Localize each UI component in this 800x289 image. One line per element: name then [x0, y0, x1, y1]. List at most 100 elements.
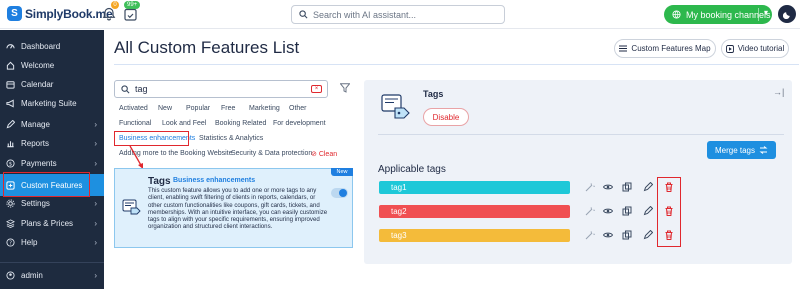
- filter-tag-booking-related[interactable]: Booking Related: [215, 120, 266, 127]
- disable-button[interactable]: Disable: [423, 108, 469, 126]
- bell-icon[interactable]: [102, 7, 116, 21]
- chevron-right-icon: ›: [94, 120, 97, 129]
- toggle-knob: [339, 189, 347, 197]
- sidebar-item-plans-prices[interactable]: Plans & Prices ›: [0, 214, 104, 233]
- svg-text:?: ?: [9, 241, 12, 247]
- user-icon: [6, 271, 15, 280]
- trash-icon[interactable]: [664, 206, 674, 216]
- filter-tag-look-and-feel[interactable]: Look and Feel: [162, 120, 206, 127]
- sidebar-item-payments[interactable]: $ Payments ›: [0, 154, 104, 173]
- chevron-right-icon: ›: [94, 271, 97, 280]
- sidebar-item-label: Welcome: [21, 61, 55, 70]
- wand-icon[interactable]: [585, 182, 595, 192]
- logo[interactable]: S SimplyBook.me: [7, 6, 113, 21]
- eye-icon[interactable]: [603, 230, 613, 240]
- sidebar-item-label: Marketing Suite: [21, 99, 77, 108]
- chevron-right-icon: ›: [94, 139, 97, 148]
- clean-label: Clean: [318, 151, 338, 158]
- calendar-check-icon[interactable]: [124, 7, 137, 21]
- filter-tag-popular[interactable]: Popular: [186, 105, 210, 112]
- filter-tag-marketing[interactable]: Marketing: [249, 105, 280, 112]
- tags-feature-icon: [122, 199, 141, 215]
- logo-text: SimplyBook.me: [25, 6, 113, 21]
- chevron-right-icon: ›: [94, 199, 97, 208]
- theme-toggle[interactable]: [778, 5, 796, 23]
- calendar-badge: 99+: [124, 1, 141, 9]
- clean-filters-button[interactable]: ⊘ Clean: [311, 150, 337, 158]
- ai-search-input[interactable]: Search with AI assistant...: [291, 5, 505, 24]
- dollar-icon: $: [6, 159, 15, 168]
- merge-label: Merge tags: [714, 145, 756, 155]
- sidebar-item-label: Plans & Prices: [21, 219, 74, 228]
- filter-tag-activated[interactable]: Activated: [119, 105, 148, 112]
- feature-toggle[interactable]: [331, 188, 348, 198]
- filter-tag-statistics[interactable]: Statistics & Analytics: [199, 135, 263, 142]
- trash-icon[interactable]: [664, 230, 674, 240]
- sidebar-item-label: Dashboard: [21, 42, 61, 51]
- sidebar-item-marketing-suite[interactable]: Marketing Suite: [0, 94, 104, 113]
- calendar-icon: [6, 80, 15, 89]
- map-button-label: Custom Features Map: [631, 44, 711, 53]
- sidebar-item-label: Reports: [21, 139, 50, 148]
- sidebar-item-help[interactable]: ? Help ›: [0, 233, 104, 252]
- user-name: admin: [21, 271, 43, 280]
- wand-icon[interactable]: [585, 206, 595, 216]
- copy-icon[interactable]: [622, 182, 632, 192]
- sidebar-item-dashboard[interactable]: Dashboard: [0, 37, 104, 56]
- copy-icon[interactable]: [622, 230, 632, 240]
- filter-tag-other[interactable]: Other: [289, 105, 307, 112]
- video-button-label: Video tutorial: [737, 44, 785, 53]
- sidebar-item-calendar[interactable]: Calendar: [0, 75, 104, 94]
- chevron-down-icon[interactable]: ▾: [764, 8, 768, 17]
- chart-icon: [6, 139, 15, 148]
- dashboard-icon: [6, 42, 15, 51]
- search-icon: [121, 84, 130, 93]
- search-icon: [299, 10, 308, 19]
- megaphone-icon: [6, 99, 15, 108]
- edit-icon[interactable]: [643, 230, 653, 240]
- filter-tag-new[interactable]: New: [158, 105, 172, 112]
- sidebar-divider: [0, 262, 104, 263]
- clear-search-icon[interactable]: ×: [311, 85, 322, 93]
- sidebar-item-reports[interactable]: Reports ›: [0, 134, 104, 153]
- eye-icon[interactable]: [603, 206, 613, 216]
- merge-tags-button[interactable]: Merge tags: [707, 141, 776, 159]
- tag-pill-tag1: tag1: [379, 181, 570, 194]
- trash-icon[interactable]: [664, 182, 674, 192]
- filter-tag-for-development[interactable]: For development: [273, 120, 326, 127]
- highlight-box-category: [114, 131, 189, 146]
- sidebar-item-manage[interactable]: Manage ›: [0, 115, 104, 134]
- sidebar-item-label: Payments: [21, 159, 57, 168]
- merge-icon: [759, 146, 768, 154]
- home-icon: [6, 61, 15, 70]
- filter-tag-free[interactable]: Free: [221, 105, 235, 112]
- feature-search-input[interactable]: tag ×: [114, 80, 328, 98]
- detail-divider: [378, 134, 784, 135]
- video-tutorial-button[interactable]: Video tutorial: [721, 39, 789, 58]
- sidebar: Dashboard Welcome Calendar Marketing Sui…: [0, 30, 104, 289]
- edit-icon[interactable]: [643, 206, 653, 216]
- wand-icon[interactable]: [585, 230, 595, 240]
- sidebar-user[interactable]: admin ›: [0, 266, 104, 285]
- copy-icon[interactable]: [622, 206, 632, 216]
- custom-features-map-button[interactable]: Custom Features Map: [614, 39, 716, 58]
- chevron-right-icon: ›: [94, 219, 97, 228]
- filter-icon[interactable]: [340, 83, 350, 93]
- chevron-right-icon: ›: [94, 238, 97, 247]
- eye-icon[interactable]: [603, 182, 613, 192]
- collapse-panel-icon[interactable]: →|: [773, 87, 784, 97]
- chevron-right-icon: ›: [94, 159, 97, 168]
- gear-icon: [6, 199, 15, 208]
- sidebar-item-label: Calendar: [21, 80, 54, 89]
- card-category[interactable]: Business enhancements: [173, 177, 255, 184]
- globe-icon: [672, 10, 681, 19]
- card-title: Tags: [148, 176, 171, 187]
- booking-channels-button[interactable]: My booking channels ▾: [664, 5, 772, 24]
- sidebar-item-label: Help: [21, 238, 38, 247]
- filter-tag-security[interactable]: Security & Data protection: [231, 150, 312, 157]
- filter-tag-functional[interactable]: Functional: [119, 120, 151, 127]
- card-description: This custom feature allows you to add on…: [148, 187, 328, 231]
- edit-icon[interactable]: [643, 182, 653, 192]
- svg-text:$: $: [9, 162, 12, 168]
- sidebar-item-welcome[interactable]: Welcome: [0, 56, 104, 75]
